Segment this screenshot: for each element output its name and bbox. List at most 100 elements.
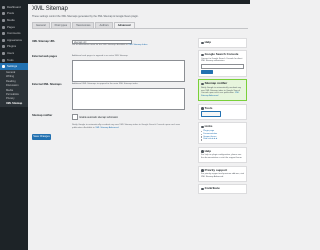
- menu-item-settings[interactable]: Settings: [0, 63, 28, 70]
- settings-tabs: General Post types Taxonomies Authors Advanc…: [32, 22, 248, 29]
- checkbox-box[interactable]: [72, 114, 78, 120]
- contribute-title: Contribute: [201, 187, 244, 191]
- menu-item-users[interactable]: Users: [0, 50, 28, 57]
- sitemap-notifier-help-text: Notify Google to automatically resubmit …: [72, 123, 181, 129]
- gsc-box-text: Connect to Google Search Console for dir…: [201, 57, 243, 63]
- pages-icon: [2, 25, 5, 29]
- heart-icon: [201, 169, 204, 172]
- tab-post-types[interactable]: Post types: [50, 22, 72, 28]
- sitemap-notifier-help-link[interactable]: XML Sitemap Advanced: [95, 127, 118, 129]
- link-icon: [201, 125, 204, 129]
- menu-item-label: Users: [7, 51, 15, 55]
- gsc-connect-button[interactable]: [201, 70, 213, 74]
- contribute-title-text: Contribute: [204, 186, 220, 191]
- submenu-item[interactable]: XML Sitemap: [0, 102, 28, 106]
- menu-item-tools[interactable]: Tools: [0, 57, 28, 64]
- menu-item-appearance[interactable]: Appearance: [0, 37, 28, 44]
- sitemap-url-help-text: Set an alternative name for the XML Site…: [72, 44, 128, 46]
- users-icon: [2, 51, 5, 55]
- external-xml-sitemaps-textarea[interactable]: [72, 88, 185, 110]
- page-title: XML Sitemap: [32, 6, 68, 12]
- tab-advanced[interactable]: Advanced: [113, 22, 135, 28]
- external-web-pages-label: External web pages: [32, 55, 58, 58]
- page-description: These settings control the XML Sitemaps …: [32, 15, 139, 18]
- external-web-pages-textarea[interactable]: [72, 60, 185, 82]
- tools-icon: [2, 58, 5, 62]
- help-info-text: For help on plugin configuration, please…: [201, 154, 243, 160]
- help-box-title: Help: [201, 40, 244, 45]
- help-info-box: Help For help on plugin configuration, p…: [198, 146, 247, 164]
- menu-item-media[interactable]: Media: [0, 17, 28, 24]
- links-list: Plugin page Documentation Support forum Rat…: [201, 130, 244, 142]
- page-header: XML Sitemap These settings control the X…: [32, 6, 248, 29]
- google-icon: [201, 53, 204, 57]
- tools-title-text: Tools: [204, 105, 213, 110]
- sitemap-notifier-help: Notify Google to automatically resubmit …: [72, 124, 184, 130]
- tools-button[interactable]: [201, 111, 221, 117]
- menu-item-label: Dashboard: [7, 5, 21, 9]
- notice-title: Sitemap notifier: [201, 82, 244, 86]
- tools-title: Tools: [201, 105, 244, 111]
- links-box: Links Plugin page Documentation Support fo…: [198, 122, 247, 145]
- notice-text: Notify Google to automatically resubmit …: [201, 87, 244, 98]
- gsc-box-title: Google Search Console: [201, 52, 244, 57]
- notifier-notice-box: Sitemap notifier Notify Google to automa…: [198, 79, 247, 102]
- sitemap-notifier-checkbox[interactable]: Enable automatic sitemap submission: [72, 114, 184, 123]
- sitemap-notifier-checkbox-label: Enable automatic sitemap submission: [79, 117, 119, 120]
- menu-item-label: Settings: [7, 65, 18, 69]
- external-xml-sitemaps-field: Additional XML Sitemaps to append to the…: [72, 83, 185, 110]
- help-info-title: Help: [201, 148, 244, 154]
- help-info-title-text: Help: [204, 148, 212, 153]
- save-changes-button[interactable]: Save Changes: [32, 134, 51, 140]
- posts-icon: [2, 12, 5, 16]
- menu-item-dashboard[interactable]: Dashboard: [0, 4, 28, 11]
- sitemap-url-help: Set an alternative name for the XML Site…: [72, 44, 147, 47]
- admin-menu: Dashboard Posts Media Pages Comments Appearan…: [0, 4, 28, 108]
- priority-title-text: Priority support: [204, 167, 228, 172]
- sidebar-boxes: Help Google Search Console Connect to Go…: [198, 38, 247, 196]
- dashboard-icon: [2, 5, 5, 9]
- links-title: Links: [201, 125, 244, 129]
- gsc-input[interactable]: [201, 64, 244, 70]
- settings-icon: [2, 65, 5, 69]
- external-web-pages-help: Additional web pages to append in an ext…: [72, 55, 129, 57]
- sitemap-url-field: sitemap.xml Set an alternative name for …: [72, 40, 147, 47]
- menu-item-label: Pages: [7, 25, 15, 29]
- tab-general[interactable]: General: [32, 22, 50, 28]
- info-icon: [201, 150, 204, 153]
- links-title-text: Links: [204, 124, 213, 129]
- priority-text: For priority support and premium add-ons…: [201, 173, 244, 178]
- sitemap-notifier-field: Enable automatic sitemap submission Noti…: [72, 114, 184, 130]
- tools-icon: [201, 107, 204, 110]
- help-box: Help: [198, 38, 247, 48]
- tab-taxonomies[interactable]: Taxonomies: [72, 22, 95, 28]
- tab-authors[interactable]: Authors: [95, 22, 113, 28]
- media-icon: [2, 18, 5, 22]
- menu-item-pages[interactable]: Pages: [0, 24, 28, 31]
- menu-item-label: Comments: [7, 32, 21, 36]
- priority-box: Priority support For priority support an…: [198, 165, 247, 182]
- menu-item-plugins[interactable]: Plugins: [0, 44, 28, 51]
- settings-submenu: General Writing Reading Discussion Media Perm…: [0, 69, 28, 108]
- external-xml-sitemaps-label: External XML Sitemaps: [32, 83, 62, 86]
- plugins-icon: [2, 45, 5, 49]
- notice-title-text: Sitemap notifier: [204, 81, 228, 86]
- help-box-title-text: Help: [204, 40, 212, 44]
- menu-item-label: Media: [7, 18, 15, 22]
- menu-item-comments[interactable]: Comments: [0, 30, 28, 37]
- menu-item-label: Tools: [7, 58, 14, 62]
- external-xml-sitemaps-help: Additional XML Sitemaps to append to the…: [72, 83, 139, 85]
- admin-sidebar: Dashboard Posts Media Pages Comments Appearan…: [0, 4, 28, 250]
- gsc-box-title-text: Google Search Console: [204, 52, 239, 57]
- sitemap-notifier-label: Sitemap notifier: [32, 114, 53, 117]
- menu-item-posts[interactable]: Posts: [0, 11, 28, 18]
- tools-box: Tools: [198, 103, 247, 120]
- menu-item-label: Appearance: [7, 38, 23, 42]
- star-icon: [201, 187, 204, 191]
- sitemap-url-help-link[interactable]: XML Sitemap Index: [128, 44, 147, 46]
- menu-item-label: Posts: [7, 12, 14, 16]
- help-icon: [201, 41, 204, 45]
- link-item[interactable]: Rate ★★★★★: [201, 138, 244, 141]
- sitemap-url-label: XML Sitemap URL: [32, 40, 56, 43]
- priority-title: Priority support: [201, 167, 244, 173]
